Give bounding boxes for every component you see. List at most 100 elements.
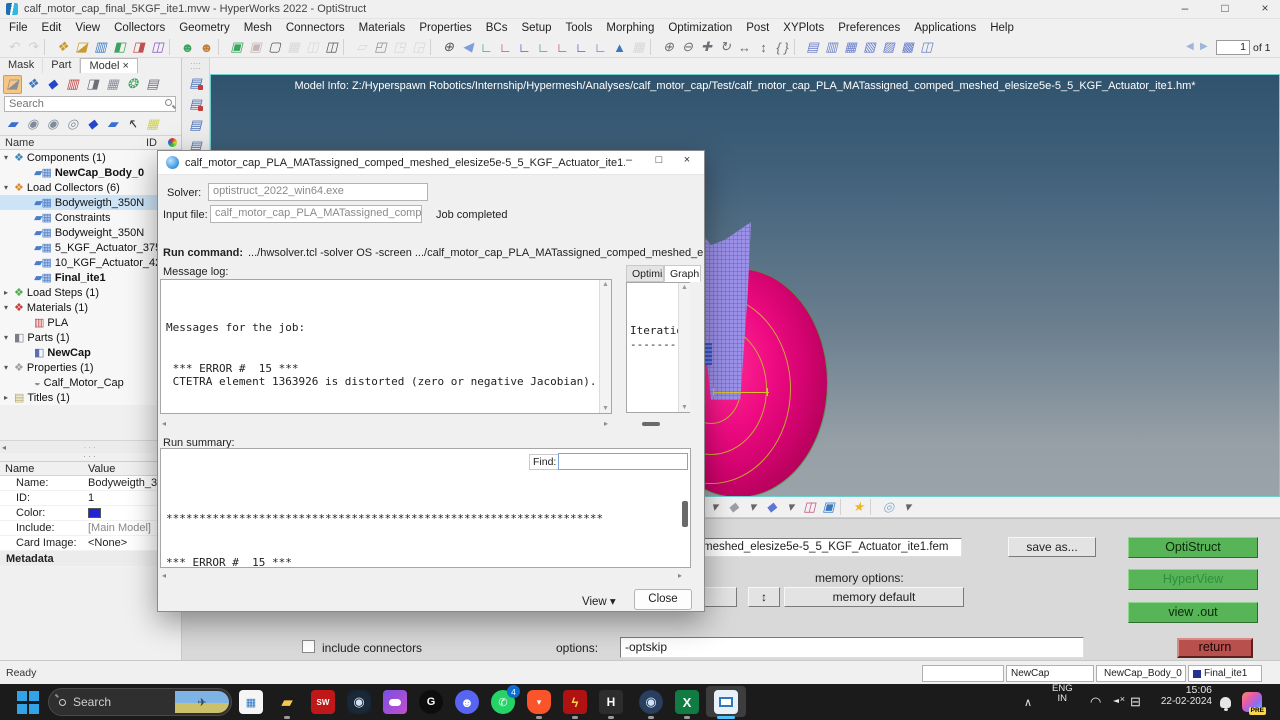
stack-view-icon[interactable]: ▤ bbox=[143, 75, 162, 94]
axis-yz-icon[interactable]: ∟ bbox=[572, 38, 591, 56]
new-window-icon[interactable]: ▣ bbox=[227, 38, 246, 56]
menu-mesh[interactable]: Mesh bbox=[237, 19, 279, 37]
tree-item[interactable]: ▥ PLA bbox=[0, 315, 181, 330]
axis-yx-icon[interactable]: ∟ bbox=[496, 38, 515, 56]
highlight-icon[interactable]: ▦ bbox=[143, 115, 162, 134]
tab-optimization[interactable]: Optimiz bbox=[626, 265, 664, 282]
expand-arrow-icon[interactable]: ▸ bbox=[4, 393, 14, 402]
status-field-part[interactable]: NewCap bbox=[1006, 665, 1094, 682]
menu-geometry[interactable]: Geometry bbox=[172, 19, 237, 37]
layout-1-icon[interactable]: ▤ bbox=[803, 38, 822, 56]
tab-mask[interactable]: Mask bbox=[0, 58, 43, 73]
tree-item[interactable]: ▰▦ 5_KGF_Actuator_375N bbox=[0, 240, 181, 255]
hyperview-button[interactable]: HyperView bbox=[1128, 569, 1258, 590]
tree-item[interactable]: ▸ ❖ Load Steps (1) bbox=[0, 285, 181, 300]
run-summary-vscroll-thumb[interactable] bbox=[682, 501, 688, 527]
axis-xz-icon[interactable]: ∟ bbox=[534, 38, 553, 56]
layout-5-icon[interactable]: ▨ bbox=[879, 38, 898, 56]
tab-close-icon[interactable]: × bbox=[123, 60, 129, 72]
tree-item[interactable]: ▾ ◧ Parts (1) bbox=[0, 330, 181, 345]
wifi-icon[interactable]: ◠ bbox=[1090, 684, 1101, 720]
tree-item[interactable]: ▾ ❖ Components (1) bbox=[0, 150, 181, 165]
status-field-loadcol[interactable]: Final_ite1 bbox=[1188, 665, 1262, 682]
tab-model[interactable]: Model × bbox=[80, 58, 137, 73]
toolbar-icon[interactable] bbox=[343, 39, 350, 55]
message-log-scroll-left-icon[interactable]: ◂ bbox=[162, 419, 166, 428]
tree-item[interactable]: ▰▦ NewCap_Body_0 bbox=[0, 165, 181, 180]
expand-arrow-icon[interactable]: ▾ bbox=[4, 363, 14, 372]
toolbar-icon[interactable] bbox=[650, 39, 657, 55]
toolbar-icon[interactable] bbox=[218, 39, 225, 55]
layout-6-icon[interactable]: ▩ bbox=[898, 38, 917, 56]
isolate-icon[interactable]: ◉ bbox=[23, 115, 42, 134]
tree-item[interactable]: ▰▦ Constraints bbox=[0, 210, 181, 225]
dropdown-icon[interactable]: ▾ bbox=[743, 498, 762, 516]
component-view-icon[interactable]: ◆ bbox=[43, 75, 62, 94]
tree-item[interactable]: ▰▦ Bodyweight_350N bbox=[0, 225, 181, 240]
tray-chevron[interactable]: ∧ bbox=[1024, 684, 1032, 720]
toolbar-icon[interactable] bbox=[44, 39, 51, 55]
fit-width-icon[interactable]: ↔ bbox=[735, 38, 754, 56]
dialog-input-file-field[interactable]: calf_motor_cap_PLA_MATassigned_comped_me bbox=[210, 205, 422, 223]
dropdown-icon-2[interactable]: ▾ bbox=[781, 498, 800, 516]
display-flag-icon[interactable]: ▰ bbox=[103, 115, 122, 134]
expand-arrow-icon[interactable]: ▾ bbox=[4, 303, 14, 312]
pane-splitter-handle[interactable] bbox=[642, 422, 660, 426]
entity-row[interactable]: Card Image: <None> bbox=[0, 536, 181, 551]
menu-tools[interactable]: Tools bbox=[559, 19, 600, 37]
fit-height-icon[interactable]: ↕ bbox=[754, 38, 773, 56]
close-window-icon[interactable]: ▣ bbox=[246, 38, 265, 56]
tab-part[interactable]: Part bbox=[43, 58, 80, 73]
multicolor-view-icon[interactable]: ❂ bbox=[123, 75, 142, 94]
expand-arrow-icon[interactable]: ▾ bbox=[4, 333, 14, 342]
weather-widget[interactable]: ✈ bbox=[175, 691, 229, 713]
memory-default-button[interactable]: memory default bbox=[784, 587, 964, 607]
window-split-icon[interactable]: ◫ bbox=[303, 38, 322, 56]
window-icon[interactable]: ▢ bbox=[265, 38, 284, 56]
return-button[interactable]: return bbox=[1177, 638, 1253, 658]
entity-row[interactable]: Name: Bodyweigth_350N bbox=[0, 476, 181, 491]
open-model-icon[interactable]: ❖ bbox=[53, 38, 72, 56]
capture-icon[interactable]: ◫ bbox=[148, 38, 167, 56]
entity-row[interactable]: ID: 1 bbox=[0, 491, 181, 506]
tree-item[interactable]: ▾ ❖ Materials (1) bbox=[0, 300, 181, 315]
menu-connectors[interactable]: Connectors bbox=[279, 19, 352, 37]
solver-field[interactable]: optistruct_2022_win64.exe bbox=[208, 183, 428, 201]
discord-icon[interactable]: ☻ bbox=[455, 690, 479, 714]
tree-item[interactable]: ▰▦ 10_KGF_Actuator_425N bbox=[0, 255, 181, 270]
status-field-component[interactable]: NewCap_Body_0 bbox=[1096, 665, 1186, 682]
globe-icon[interactable]: ◎ bbox=[879, 498, 898, 516]
menu-setup[interactable]: Setup bbox=[514, 19, 558, 37]
memory-hidden-button[interactable] bbox=[701, 587, 737, 607]
steam-alt-icon[interactable]: ◉ bbox=[639, 690, 663, 714]
zoom-in-icon[interactable]: ⊕ bbox=[659, 38, 678, 56]
export-geometry-icon[interactable]: ◨ bbox=[129, 38, 148, 56]
view-out-button[interactable]: view .out bbox=[1128, 602, 1258, 623]
dialog-maximize-button[interactable]: □ bbox=[646, 154, 672, 166]
panel-splitter[interactable]: ··· bbox=[0, 453, 181, 461]
tab-graph[interactable]: Graph bbox=[664, 265, 701, 282]
tree-header-name[interactable]: Name bbox=[0, 137, 146, 149]
entity-row[interactable]: Metadata bbox=[0, 551, 181, 567]
menu-materials[interactable]: Materials bbox=[352, 19, 413, 37]
color-swatch[interactable] bbox=[88, 508, 101, 518]
toolbar-icon[interactable] bbox=[794, 39, 801, 55]
layout-4-icon[interactable]: ▧ bbox=[860, 38, 879, 56]
undo-icon[interactable]: ↶ bbox=[4, 38, 23, 56]
export-deck-icon[interactable]: ▤ bbox=[186, 115, 205, 134]
entity-tree-icon[interactable]: ❖ bbox=[23, 75, 42, 94]
menu-applications[interactable]: Applications bbox=[907, 19, 983, 37]
clock[interactable]: 15:0622-02-2024 bbox=[1152, 684, 1212, 720]
mesh-view-icon[interactable]: ▦ bbox=[103, 75, 122, 94]
file-explorer-icon[interactable]: ▰ bbox=[275, 690, 299, 714]
previous-view-icon[interactable]: ◀ bbox=[458, 38, 477, 56]
notification-bell-icon[interactable] bbox=[1220, 684, 1231, 720]
menu-file[interactable]: File bbox=[2, 19, 35, 37]
tree-item[interactable]: ▾ ❖ Properties (1) bbox=[0, 360, 181, 375]
copy-icon[interactable]: ◰ bbox=[371, 38, 390, 56]
users-icon[interactable]: ☻ bbox=[197, 38, 216, 56]
brave-icon[interactable]: ▾ bbox=[527, 690, 551, 714]
search-input[interactable] bbox=[4, 96, 176, 112]
include-connectors-checkbox[interactable] bbox=[302, 640, 315, 653]
expand-arrow-icon[interactable]: ▾ bbox=[4, 183, 14, 192]
